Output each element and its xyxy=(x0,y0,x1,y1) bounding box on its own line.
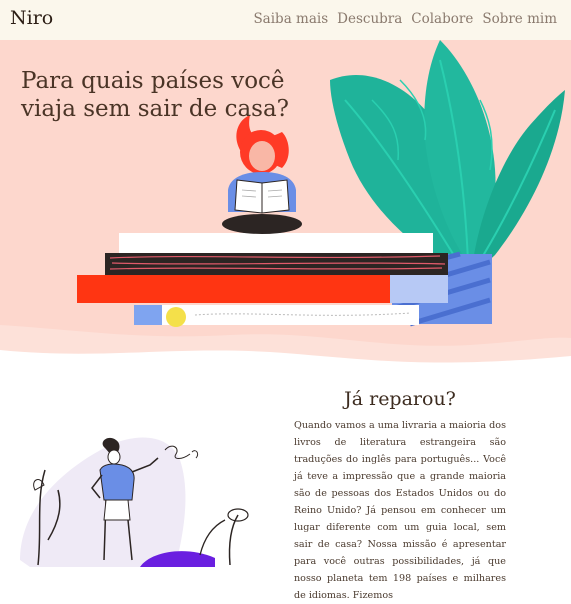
brand-logo[interactable]: Niro xyxy=(10,7,53,29)
nav-link-sobre-mim[interactable]: Sobre mim xyxy=(482,11,557,27)
book-stack xyxy=(77,233,448,327)
nav-links: Saiba mais Descubra Colabore Sobre mim xyxy=(253,11,557,27)
nav-link-colabore[interactable]: Colabore xyxy=(411,11,473,27)
section-title: Já reparou? xyxy=(344,388,456,410)
section-paragraph: Quando vamos a uma livraria a maioria do… xyxy=(294,420,506,601)
hero-title: Para quais países você viaja sem sair de… xyxy=(21,68,290,122)
nav-link-saiba-mais[interactable]: Saiba mais xyxy=(253,11,328,27)
hero-section: Para quais países você viaja sem sair de… xyxy=(0,40,571,370)
nav-link-descubra[interactable]: Descubra xyxy=(337,11,402,27)
reading-person xyxy=(222,115,302,234)
top-nav: Niro Saiba mais Descubra Colabore Sobre … xyxy=(0,0,571,40)
person-illustration xyxy=(20,437,249,567)
